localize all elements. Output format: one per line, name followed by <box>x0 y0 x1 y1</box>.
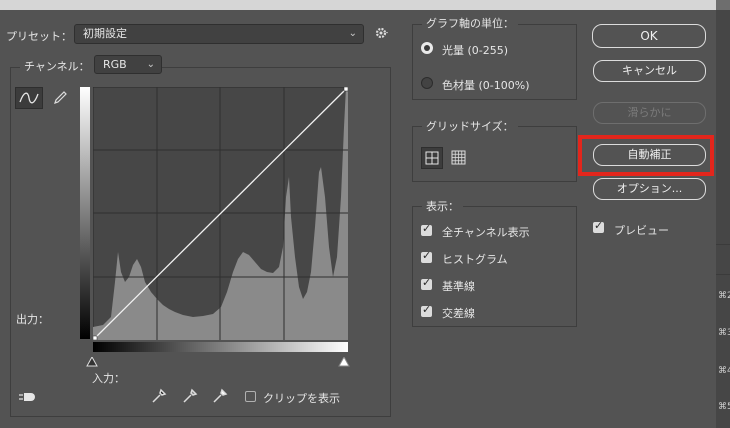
show-clipping-label: クリップを表示 <box>263 392 340 405</box>
strip-shortcut: ⌘4 <box>718 366 730 376</box>
preview-label: プレビュー <box>614 224 669 237</box>
input-gradient-bar <box>93 342 348 352</box>
smooth-button[interactable]: 滑らかに <box>593 102 706 124</box>
cancel-button[interactable]: キャンセル <box>593 60 706 82</box>
strip-shortcut: ⌘5 <box>718 402 730 412</box>
grid-2x2-icon <box>425 151 439 165</box>
title-bar <box>0 0 730 10</box>
curve-tool-button[interactable] <box>15 87 43 109</box>
black-point-slider[interactable] <box>86 355 98 367</box>
chevron-down-icon: ⌄ <box>146 59 155 70</box>
white-point-slider[interactable] <box>338 355 350 367</box>
options-button[interactable]: オプション... <box>593 178 706 200</box>
units-option-light: 光量 (0-255) <box>442 44 509 57</box>
strip-shortcut: ⌘3 <box>718 328 730 338</box>
chevron-down-icon: ⌄ <box>348 28 357 39</box>
units-title: グラフ軸の単位： <box>422 15 518 31</box>
strip-divider <box>716 244 730 245</box>
show-title: 表示： <box>422 198 463 214</box>
grid-4x4-icon <box>451 150 466 165</box>
grid-size-title: グリッドサイズ： <box>422 118 518 134</box>
units-option-pigment: 色材量 (0-100%) <box>442 79 530 92</box>
channel-label: チャンネル： <box>20 58 94 74</box>
show-all-channels-label: 全チャンネル表示 <box>442 226 530 239</box>
show-histogram-checkbox[interactable]: ✓ <box>421 249 432 263</box>
preview-checkbox[interactable]: ✓ <box>593 219 604 233</box>
gray-eyedropper-icon[interactable] <box>181 387 199 405</box>
gear-icon[interactable] <box>375 26 391 42</box>
title-bar-edge <box>716 0 730 10</box>
white-eyedropper-icon[interactable] <box>211 387 229 405</box>
show-intersection-checkbox[interactable]: ✓ <box>421 303 432 317</box>
pencil-icon[interactable] <box>51 89 69 107</box>
grid-simple-button[interactable] <box>421 147 443 169</box>
preset-label: プリセット： <box>6 30 72 43</box>
channel-value: RGB <box>103 58 127 71</box>
curve-point <box>343 86 349 92</box>
grid-detailed-button[interactable] <box>449 148 469 168</box>
auto-button[interactable]: 自動補正 <box>593 144 706 166</box>
units-radio-light[interactable] <box>421 42 433 54</box>
output-gradient-bar <box>80 87 90 339</box>
show-clipping-checkbox[interactable] <box>245 391 256 402</box>
curve-icon <box>19 92 39 104</box>
targeted-adjustment-icon[interactable] <box>18 389 38 405</box>
curve-point <box>92 335 98 341</box>
channel-select[interactable]: RGB ⌄ <box>94 55 162 74</box>
input-label: 入力： <box>92 372 125 385</box>
preset-value: 初期設定 <box>83 27 127 40</box>
units-radio-pigment[interactable] <box>421 77 433 89</box>
ok-button[interactable]: OK <box>592 24 706 48</box>
curves-graph[interactable] <box>92 86 349 341</box>
strip-divider <box>716 274 730 275</box>
show-intersection-label: 交差線 <box>442 307 475 320</box>
show-baseline-checkbox[interactable]: ✓ <box>421 276 432 290</box>
output-label: 出力： <box>16 313 49 326</box>
strip-shortcut: ⌘2 <box>718 291 730 301</box>
show-histogram-label: ヒストグラム <box>442 253 508 266</box>
black-eyedropper-icon[interactable] <box>150 387 168 405</box>
preset-select[interactable]: 初期設定 ⌄ <box>74 24 364 44</box>
show-baseline-label: 基準線 <box>442 280 475 293</box>
show-all-channels-checkbox[interactable]: ✓ <box>421 222 432 236</box>
